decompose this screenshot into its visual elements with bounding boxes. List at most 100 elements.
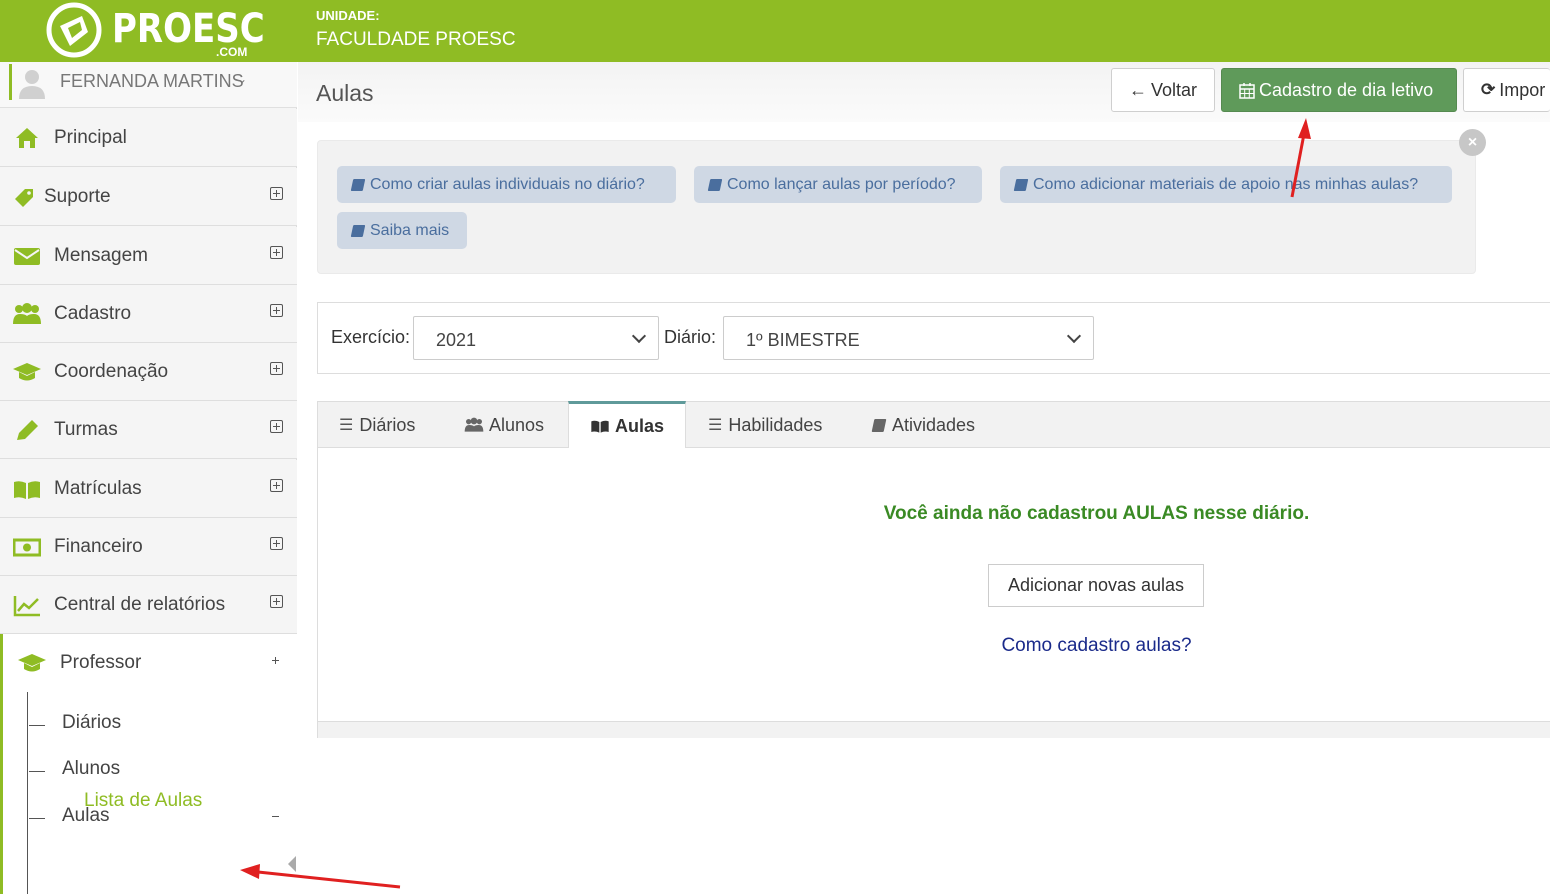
tab-alunos[interactable]: Alunos — [464, 402, 544, 448]
sidebar-item-cadastro[interactable]: Cadastro — [0, 285, 297, 343]
tabs-panel: ☰ Diários Alunos Aulas ☰ Habilidades Ati… — [317, 401, 1550, 738]
unit-name[interactable]: FACULDADE PROESC — [316, 29, 516, 51]
book-icon — [1013, 178, 1029, 191]
sidebar-item-principal[interactable]: Principal — [0, 109, 297, 167]
users-icon — [13, 303, 41, 324]
close-icon[interactable]: × — [1459, 129, 1486, 156]
book-icon — [871, 418, 887, 432]
sidebar-item-label: Matrículas — [54, 478, 142, 499]
chevron-down-icon[interactable]: ⌄ — [237, 72, 247, 86]
help-link-aulas-periodo[interactable]: Como lançar aulas por período? — [694, 166, 982, 203]
pencil-icon — [17, 420, 38, 440]
page-title: Aulas — [316, 80, 374, 106]
proesc-logo[interactable]: PROESC .COM — [44, 2, 265, 60]
sidebar-item-label: Mensagem — [54, 245, 148, 266]
expand-plus-icon[interactable] — [270, 246, 283, 259]
users-icon — [464, 417, 484, 432]
sidebar-item-central-relatorios[interactable]: Central de relatórios — [0, 576, 297, 634]
help-link-aulas-individuais[interactable]: Como criar aulas individuais no diário? — [337, 166, 676, 203]
help-panel: Como criar aulas individuais no diário? … — [317, 140, 1476, 274]
sidebar-item-matriculas[interactable]: Matrículas — [0, 460, 297, 518]
logo-subtext: .COM — [216, 45, 248, 59]
add-aulas-button[interactable]: Adicionar novas aulas — [988, 564, 1204, 607]
tab-label: Aulas — [615, 415, 665, 436]
expand-plus-icon[interactable] — [270, 304, 283, 317]
diario-label: Diário: — [664, 327, 717, 347]
book-open-icon — [14, 481, 40, 499]
tab-label: Habilidades — [728, 414, 823, 435]
tab-strip: ☰ Diários Alunos Aulas ☰ Habilidades Ati… — [318, 401, 1550, 448]
sidebar-item-turmas[interactable]: Turmas — [0, 401, 297, 459]
tab-aulas[interactable]: Aulas — [568, 401, 686, 448]
graduation-cap-icon — [18, 654, 46, 672]
sidebar-item-financeiro[interactable]: Financeiro — [0, 518, 297, 576]
list-icon: ☰ — [339, 417, 354, 434]
envelope-icon — [14, 248, 40, 265]
tab-label: Alunos — [489, 414, 545, 435]
book-icon — [350, 178, 366, 191]
tab-label: Diários — [359, 414, 416, 435]
help-link-label: Como criar aulas individuais no diário? — [370, 175, 645, 193]
money-icon — [13, 538, 41, 557]
import-button-label: Impor — [1499, 79, 1546, 100]
avatar-icon — [19, 70, 45, 99]
home-icon — [16, 128, 38, 148]
sidebar-item-coordenacao[interactable]: Coordenação — [0, 343, 297, 401]
sidebar-item-label: Turmas — [54, 419, 118, 440]
exercicio-label: Exercício: — [331, 327, 411, 347]
sidebar-item-label: Suporte — [44, 186, 111, 207]
tab-diarios[interactable]: ☰ Diários — [339, 402, 415, 448]
expand-plus-icon[interactable] — [270, 420, 283, 433]
top-bar: PROESC .COM UNIDADE: FACULDADE PROESC — [0, 0, 1550, 62]
sidebar-subitem-label: Alunos — [62, 758, 121, 779]
tab-atividades[interactable]: Atividades — [871, 402, 976, 448]
tree-dash — [29, 771, 45, 772]
arrow-left-icon: ← — [1129, 79, 1147, 100]
book-open-icon — [591, 420, 609, 433]
exercicio-select[interactable]: 2021 — [413, 316, 659, 360]
tree-dash — [29, 818, 45, 819]
logo-emblem-icon — [46, 2, 102, 58]
sidebar: FERNANDA MARTINS ⌄ Principal Suporte Men… — [0, 62, 297, 894]
expand-plus-icon[interactable] — [270, 537, 283, 550]
import-button[interactable]: ⟳ Impor — [1463, 68, 1550, 112]
refresh-icon: ⟳ — [1481, 80, 1496, 99]
cadastro-dia-letivo-label: Cadastro de dia letivo — [1259, 79, 1434, 100]
calendar-icon — [1239, 82, 1255, 99]
tree-dash — [29, 725, 45, 726]
sidebar-item-suporte[interactable]: Suporte — [0, 168, 297, 226]
sidebar-subitem-lista-de-aulas[interactable]: Lista de Aulas — [84, 790, 202, 812]
back-button[interactable]: ← Voltar — [1111, 68, 1215, 112]
user-name[interactable]: FERNANDA MARTINS — [60, 71, 244, 92]
help-link-label: Como adicionar materiais de apoio nas mi… — [1033, 175, 1419, 193]
user-menu[interactable]: FERNANDA MARTINS ⌄ — [0, 62, 297, 108]
expand-plus-icon[interactable] — [270, 479, 283, 492]
sidebar-item-professor[interactable]: Professor — [3, 634, 297, 692]
tab-habilidades[interactable]: ☰ Habilidades — [708, 402, 822, 448]
book-icon — [350, 224, 366, 237]
expand-plus-icon[interactable] — [270, 595, 283, 608]
filter-bar: Exercício: 2021 Diário: 1º BIMESTRE — [317, 302, 1550, 374]
back-button-label: Voltar — [1151, 79, 1198, 100]
sidebar-collapse-caret-icon[interactable] — [288, 856, 296, 872]
sidebar-item-mensagem[interactable]: Mensagem — [0, 227, 297, 285]
tab-label: Atividades — [892, 414, 976, 435]
list-icon: ☰ — [708, 417, 723, 434]
user-accent-bar — [9, 64, 12, 100]
expand-plus-icon[interactable] — [270, 187, 283, 200]
help-link-saiba-mais[interactable]: Saiba mais — [337, 212, 467, 249]
sidebar-subitem-label: Diários — [62, 712, 122, 733]
how-to-link[interactable]: Como cadastro aulas? — [318, 635, 1550, 657]
sidebar-item-label: Central de relatórios — [54, 594, 226, 615]
unit-label: UNIDADE: — [316, 8, 380, 23]
expand-plus-icon[interactable] — [270, 362, 283, 375]
sidebar-item-label: Principal — [54, 127, 127, 148]
diario-select[interactable]: 1º BIMESTRE — [723, 316, 1094, 360]
help-link-materiais-apoio[interactable]: Como adicionar materiais de apoio nas mi… — [1000, 166, 1452, 203]
graduation-cap-icon — [13, 363, 41, 381]
empty-state-message: Você ainda não cadastrou AULAS nesse diá… — [883, 503, 1310, 524]
cadastro-dia-letivo-button[interactable]: Cadastro de dia letivo — [1221, 68, 1457, 112]
sidebar-item-label: Financeiro — [54, 536, 143, 557]
help-link-label: Saiba mais — [370, 221, 450, 239]
book-icon — [707, 178, 723, 191]
